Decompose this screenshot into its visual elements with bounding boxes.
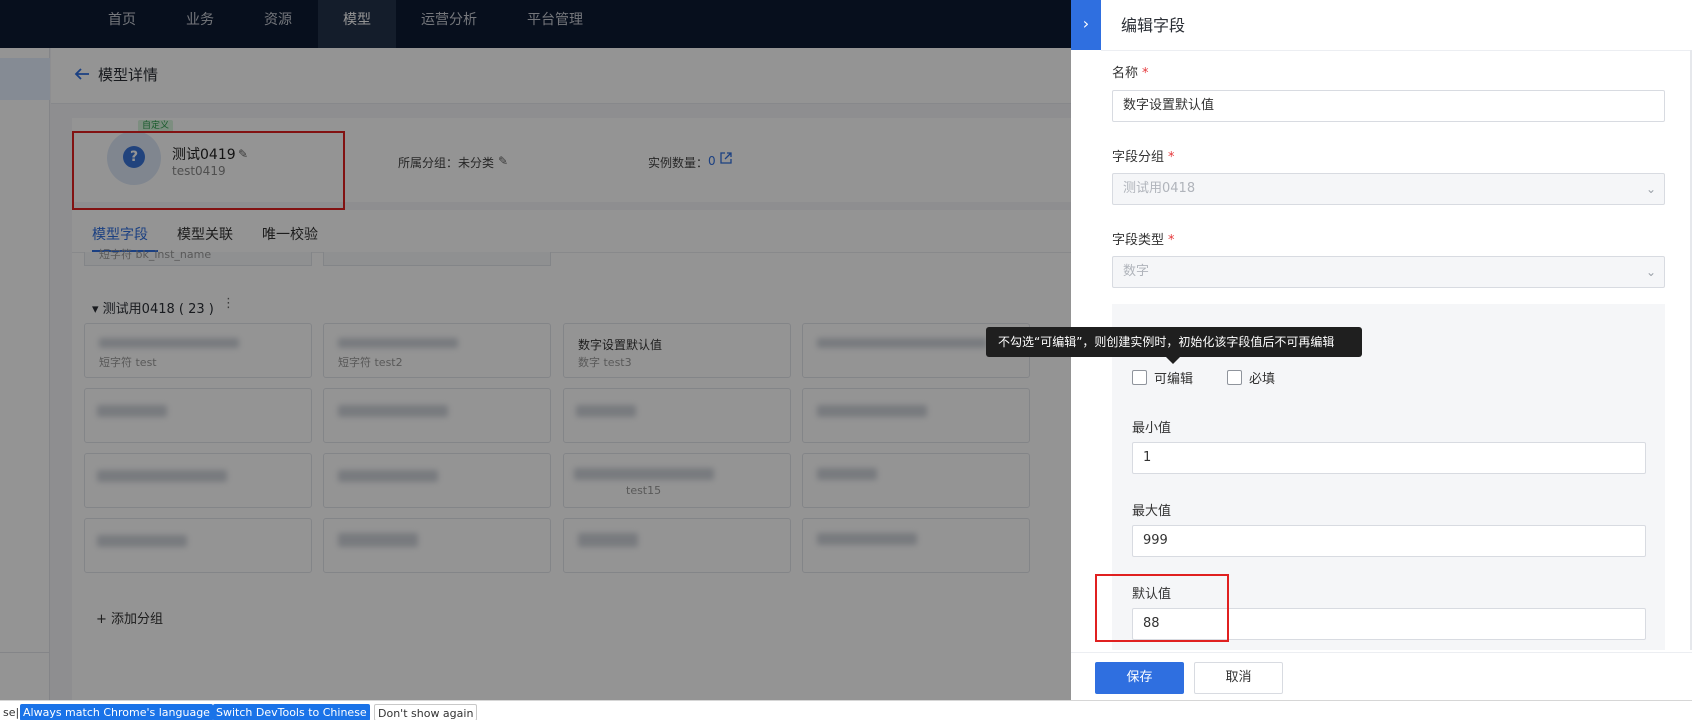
drawer-header-divider [1101,50,1692,51]
name-field[interactable]: 数字设置默认值 [1112,90,1665,122]
field-type-value: 数字 [1123,264,1150,279]
editable-tooltip: 不勾选“可编辑”，则创建实例时，初始化该字段值后不可再编辑 [986,327,1362,357]
tooltip-arrow [1166,357,1180,364]
dont-show-again-button[interactable]: Don't show again [374,704,478,720]
required-checkbox[interactable] [1227,370,1242,385]
chevron-right-icon[interactable]: › [1071,0,1101,50]
devtools-bar-text-fragment: se| [3,706,20,719]
editable-label: 可编辑 [1154,372,1194,387]
name-label-text: 名称 [1112,66,1139,81]
field-type-label-text: 字段类型 [1112,233,1165,248]
drawer-footer-divider [1071,652,1692,653]
always-match-language-button[interactable]: Always match Chrome's language [20,704,213,720]
editable-checkbox[interactable] [1132,370,1147,385]
modal-mask[interactable] [0,0,1071,700]
field-type-select: 数字 ⌄ [1112,256,1665,288]
cancel-button[interactable]: 取消 [1194,662,1283,694]
save-button[interactable]: 保存 [1095,662,1184,694]
highlight-box-default-value [1095,574,1229,642]
drawer-title: 编辑字段 [1121,16,1186,35]
field-type-label: 字段类型 * [1112,229,1175,248]
chevron-down-icon: ⌄ [1645,182,1656,196]
field-group-label: 字段分组 * [1112,146,1175,165]
devtools-language-bar: se| Always match Chrome's language Switc… [0,700,1692,720]
max-value-field[interactable]: 999 [1132,525,1646,557]
switch-devtools-chinese-button[interactable]: Switch DevTools to Chinese [213,704,370,720]
field-group-value: 测试用0418 [1123,181,1196,196]
field-group-label-text: 字段分组 [1112,150,1165,165]
required-mark: * [1168,150,1175,165]
field-group-select: 测试用0418 ⌄ [1112,173,1665,205]
min-value-field[interactable]: 1 [1132,442,1646,474]
name-label: 名称 * [1112,62,1149,81]
required-mark: * [1142,66,1149,81]
required-label: 必填 [1249,372,1276,387]
required-mark: * [1168,233,1175,248]
max-value-label: 最大值 [1132,504,1172,519]
chevron-down-icon: ⌄ [1645,265,1656,279]
min-value-label: 最小值 [1132,421,1172,436]
